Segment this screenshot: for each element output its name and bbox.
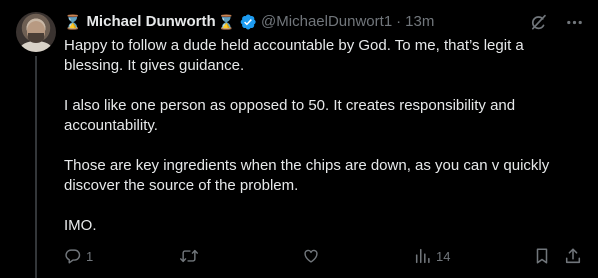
reply-button[interactable]: 1 <box>64 247 93 265</box>
like-icon <box>304 249 318 263</box>
avatar-beard-shape <box>28 33 44 43</box>
tweet-header: ⌛ Michael Dunworth ⌛ @MichaelDunwort1 · … <box>64 12 434 32</box>
tweet-paragraph: I also like one person as opposed to 50.… <box>64 97 516 134</box>
thread-line <box>35 56 37 278</box>
action-bar: 1 14 <box>64 246 582 266</box>
user-handle[interactable]: @MichaelDunwort1 <box>261 12 392 32</box>
tweet-text: Happy to follow a dude held accountable … <box>64 36 579 256</box>
reply-count: 1 <box>86 248 94 264</box>
hourglass-icon: ⌛ <box>64 14 82 30</box>
tweet-paragraph: IMO. <box>64 217 97 234</box>
bookmark-icon <box>536 248 548 264</box>
separator-dot: · <box>396 13 402 30</box>
views-button[interactable]: 14 <box>414 247 450 265</box>
tweet-paragraph: Those are key ingredients when the chips… <box>64 157 550 194</box>
verified-badge-icon[interactable] <box>239 13 257 31</box>
share-icon <box>565 248 581 264</box>
like-button[interactable] <box>302 247 324 265</box>
reply-icon <box>65 249 81 264</box>
grok-icon[interactable] <box>528 12 548 32</box>
views-count: 14 <box>436 248 451 264</box>
repost-icon <box>180 249 198 263</box>
header-actions <box>528 12 584 32</box>
hourglass-icon: ⌛ <box>217 14 236 30</box>
views-icon <box>415 248 430 264</box>
share-button[interactable] <box>564 247 582 265</box>
display-name[interactable]: Michael Dunworth <box>86 12 215 32</box>
bookmark-button[interactable] <box>533 247 551 265</box>
more-icon[interactable] <box>564 12 584 32</box>
tweet-post[interactable]: ⌛ Michael Dunworth ⌛ @MichaelDunwort1 · … <box>0 0 598 278</box>
repost-button[interactable] <box>179 247 203 265</box>
tweet-paragraph: Happy to follow a dude held accountable … <box>64 37 524 74</box>
post-time[interactable]: 13m <box>405 12 434 32</box>
avatar[interactable] <box>16 12 56 52</box>
